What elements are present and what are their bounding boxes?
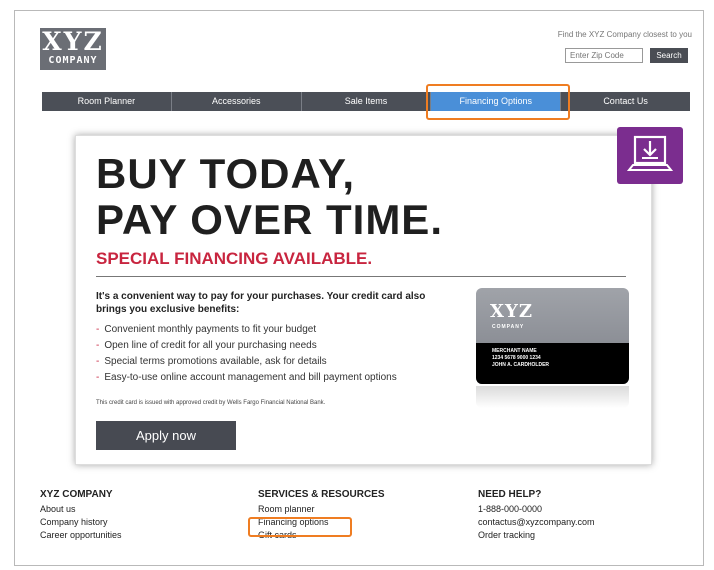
divider: [96, 276, 626, 277]
main-nav: Room Planner Accessories Sale Items Fina…: [42, 92, 690, 111]
zip-code-input[interactable]: [565, 48, 643, 63]
footer-email[interactable]: contactus@xyzcompany.com: [478, 516, 595, 529]
apply-now-button[interactable]: Apply now: [96, 421, 236, 450]
promo-panel: BUY TODAY, PAY OVER TIME. SPECIAL FINANC…: [75, 135, 652, 465]
intro-text: It's a convenient way to pay for your pu…: [96, 291, 426, 315]
footer-link-careers[interactable]: Career opportunities: [40, 529, 122, 542]
download-laptop-icon[interactable]: [617, 127, 683, 184]
nav-contact-us[interactable]: Contact Us: [561, 92, 690, 111]
footer-title: SERVICES & RESOURCES: [258, 489, 385, 500]
logo-sub-text: COMPANY: [48, 55, 98, 66]
logo-main-text: XYZ: [42, 27, 104, 56]
nav-sale-items[interactable]: Sale Items: [302, 92, 432, 111]
nav-room-planner[interactable]: Room Planner: [42, 92, 172, 111]
card-logo-text: XYZ: [490, 301, 533, 322]
list-item: - Special terms promotions available, ask…: [96, 356, 327, 367]
footer-phone[interactable]: 1-888-000-0000: [478, 503, 595, 516]
fine-print: This credit card is issued with approved…: [96, 400, 326, 406]
list-item: - Easy-to-use online account management a…: [96, 372, 397, 383]
card-logo-sub: COMPANY: [492, 324, 525, 330]
nav-highlight-box: [426, 84, 570, 120]
search-button[interactable]: Search: [650, 48, 688, 63]
subheadline: SPECIAL FINANCING AVAILABLE.: [96, 249, 373, 268]
footer-order-tracking[interactable]: Order tracking: [478, 529, 595, 542]
footer-link-about[interactable]: About us: [40, 503, 122, 516]
list-item: - Open line of credit for all your purcha…: [96, 340, 317, 351]
benefits-list: - Convenient monthly payments to fit your…: [96, 322, 397, 386]
card-reflection: [476, 386, 629, 408]
card-details: MERCHANT NAME 1234 5678 9000 1234 JOHN A. …: [492, 348, 550, 368]
list-item: - Convenient monthly payments to fit your…: [96, 324, 317, 335]
footer-link-history[interactable]: Company history: [40, 516, 122, 529]
nav-accessories[interactable]: Accessories: [172, 92, 302, 111]
headline-line-1: BUY TODAY,: [96, 150, 355, 197]
footer-company: XYZ COMPANY About us Company history Car…: [40, 489, 122, 542]
footer-highlight-box: [248, 517, 352, 537]
company-logo[interactable]: XYZ COMPANY: [40, 28, 106, 70]
headline-line-2: PAY OVER TIME.: [96, 196, 443, 243]
footer-help: NEED HELP? 1-888-000-0000 contactus@xyzc…: [478, 489, 595, 542]
find-store-text: Find the XYZ Company closest to you: [557, 30, 692, 39]
footer-link-room-planner[interactable]: Room planner: [258, 503, 385, 516]
footer-title: NEED HELP?: [478, 489, 542, 500]
credit-card-image: XYZ COMPANY MERCHANT NAME 1234 5678 9000 …: [476, 288, 629, 384]
footer-title: XYZ COMPANY: [40, 489, 113, 500]
